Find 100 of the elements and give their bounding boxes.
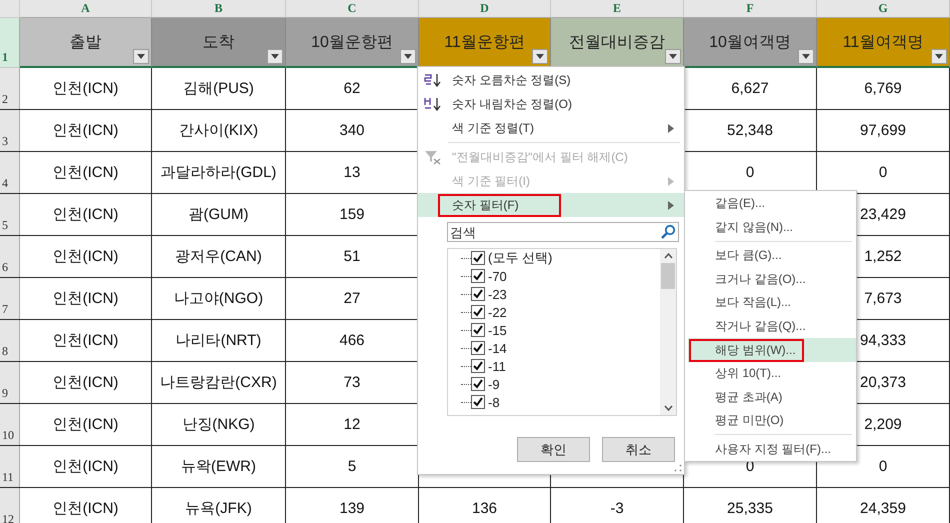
checkbox[interactable] — [471, 359, 485, 373]
table-cell: 인천(ICN) — [20, 68, 152, 109]
checkbox-label[interactable]: -11 — [488, 358, 506, 374]
table-cell: 과달라하라(GDL) — [152, 152, 286, 193]
checkbox[interactable] — [471, 377, 485, 391]
row-number[interactable]: 10 — [0, 404, 20, 445]
table-cell: 인천(ICN) — [20, 488, 152, 523]
checkbox-label[interactable]: -23 — [488, 286, 507, 302]
table-cell: 괌(GUM) — [152, 194, 286, 235]
dropdown-arrow-icon — [404, 54, 412, 59]
scroll-up-icon[interactable] — [664, 253, 672, 259]
dropdown-arrow-icon — [536, 54, 544, 59]
row-number[interactable]: 8 — [0, 320, 20, 361]
search-field[interactable]: 검색 — [447, 222, 679, 242]
row-number[interactable]: 12 — [0, 488, 20, 523]
column-header[interactable]: F — [684, 0, 817, 18]
dialog-button[interactable]: 확인 — [517, 437, 590, 462]
row-number[interactable]: 4 — [0, 152, 20, 193]
menu-item[interactable]: 색 기준 정렬(T) — [418, 116, 684, 140]
header-label: 10월여객명 — [709, 32, 791, 52]
row-number[interactable]: 1 — [0, 18, 20, 68]
menu-item[interactable]: 해당 범위(W)... — [688, 338, 856, 362]
table-cell: 136 — [419, 488, 551, 523]
header-label: 도착 — [202, 32, 234, 52]
menu-item[interactable]: 숫자 내림차순 정렬(O) — [418, 92, 684, 116]
filter-dropdown-button[interactable] — [665, 49, 681, 64]
checkbox[interactable] — [471, 323, 485, 337]
table-cell: 인천(ICN) — [20, 152, 152, 193]
table-cell: 김해(PUS) — [152, 68, 286, 109]
column-header[interactable]: B — [152, 0, 286, 18]
row-number[interactable]: 11 — [0, 446, 20, 487]
table-cell: -3 — [551, 488, 684, 523]
table-cell: 인천(ICN) — [20, 110, 152, 151]
table-cell: 인천(ICN) — [20, 404, 152, 445]
checkbox[interactable] — [471, 269, 485, 283]
dropdown-arrow-icon — [935, 54, 943, 59]
table-cell: 97,699 — [817, 110, 950, 151]
dropdown-arrow-icon — [802, 54, 810, 59]
sort-ascending-icon — [423, 72, 443, 88]
checkbox[interactable] — [471, 305, 485, 319]
menu-item[interactable]: 숫자 필터(F) — [418, 193, 684, 217]
table-cell: 인천(ICN) — [20, 278, 152, 319]
table-cell: 광저우(CAN) — [152, 236, 286, 277]
table-cell: 나트랑캄란(CXR) — [152, 362, 286, 403]
table-cell: 24,359 — [817, 488, 950, 523]
table-cell: 나고야(NGO) — [152, 278, 286, 319]
scroll-down-icon[interactable] — [664, 405, 672, 411]
resize-grip-icon[interactable] — [674, 464, 682, 472]
filter-dropdown-button[interactable] — [931, 49, 947, 64]
row-number[interactable]: 9 — [0, 362, 20, 403]
clear-filter-icon — [424, 149, 442, 165]
header-label: 전월대비증감 — [569, 32, 665, 52]
checkbox-label[interactable]: -9 — [488, 376, 500, 392]
scrollbar[interactable] — [660, 249, 676, 415]
dropdown-arrow-icon — [137, 54, 145, 59]
dropdown-arrow-icon — [669, 54, 677, 59]
table-cell: 난징(NKG) — [152, 404, 286, 445]
dropdown-arrow-icon — [271, 54, 279, 59]
filter-dropdown-button[interactable] — [133, 49, 149, 64]
filter-dropdown-button[interactable] — [400, 49, 416, 64]
row-number[interactable]: 2 — [0, 68, 20, 109]
table-cell: 뉴왁(EWR) — [152, 446, 286, 487]
table-cell: 나리타(NRT) — [152, 320, 286, 361]
column-header[interactable]: A — [20, 0, 152, 18]
table-cell: 인천(ICN) — [20, 320, 152, 361]
table-cell: 인천(ICN) — [20, 446, 152, 487]
checkbox-label[interactable]: (모두 선택) — [488, 249, 552, 267]
column-header[interactable]: D — [419, 0, 551, 18]
table-cell: 25,335 — [684, 488, 817, 523]
column-header[interactable]: C — [286, 0, 419, 18]
scroll-thumb[interactable] — [661, 263, 675, 289]
table-cell: 인천(ICN) — [20, 194, 152, 235]
checkbox[interactable] — [471, 287, 485, 301]
checkbox-label[interactable]: -14 — [488, 340, 507, 356]
header-label: 11월여객명 — [842, 32, 924, 52]
row-number[interactable]: 7 — [0, 278, 20, 319]
filter-dropdown-button[interactable] — [267, 49, 283, 64]
checkbox-label[interactable]: -15 — [488, 322, 507, 338]
table-cell: 뉴욕(JFK) — [152, 488, 286, 523]
sort-descending-icon — [423, 96, 443, 112]
row-number[interactable]: 6 — [0, 236, 20, 277]
checkbox[interactable] — [471, 395, 485, 409]
checkbox[interactable] — [471, 341, 485, 355]
checkbox-label[interactable]: -8 — [488, 394, 500, 410]
filter-dropdown-button[interactable] — [532, 49, 548, 64]
dialog-button[interactable]: 취소 — [602, 437, 675, 462]
checkbox-label[interactable]: -70 — [488, 268, 507, 284]
checkbox[interactable] — [471, 251, 485, 265]
row-number[interactable]: 3 — [0, 110, 20, 151]
table-cell: 간사이(KIX) — [152, 110, 286, 151]
column-header[interactable]: E — [551, 0, 684, 18]
filter-dropdown-button[interactable] — [798, 49, 814, 64]
table-cell: 인천(ICN) — [20, 236, 152, 277]
menu-item[interactable]: 숫자 오름차순 정렬(S) — [418, 68, 684, 92]
column-header[interactable]: G — [817, 0, 950, 18]
row-number[interactable]: 5 — [0, 194, 20, 235]
checkbox-label[interactable]: -22 — [488, 304, 507, 320]
header-label: 10월운항편 — [311, 32, 393, 52]
table-cell: 6,769 — [817, 68, 950, 109]
table-cell: 139 — [286, 488, 419, 523]
